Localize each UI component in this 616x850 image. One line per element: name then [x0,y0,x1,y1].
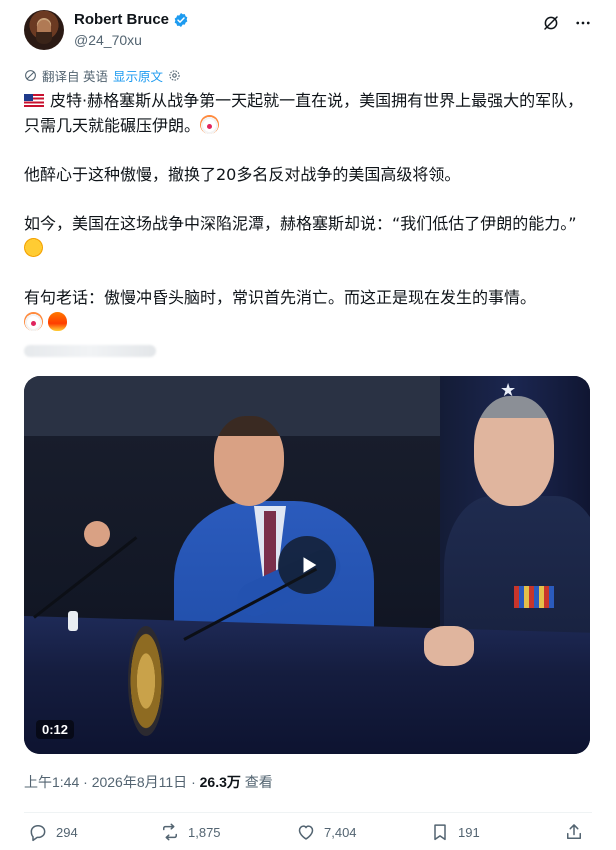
reply-count: 294 [56,824,78,840]
tweet-paragraph-1: 皮特·赫格塞斯从战争第一天起就一直在说，美国拥有世界上最强大的军队，只需几天就能… [24,88,590,138]
officer-hands [424,626,474,666]
views-label: 查看 [244,774,273,790]
tweet-paragraph-4-text: 有句老话：傲慢冲昏头脑时，常识首先消亡。而这正是现在发生的事情。 [24,288,537,307]
header-actions [542,14,592,32]
tweet-paragraph-3-text: 如今，美国在这场战争中深陷泥潭，赫格塞斯却说：“我们低估了伊朗的能力。” [24,214,577,233]
author-name-row: Robert Bruce [74,11,189,28]
author-handle[interactable]: @24_70xu [74,32,142,48]
like-icon [298,825,314,840]
bookmark-count: 191 [458,824,480,840]
avatar-beard [36,32,52,44]
play-button[interactable] [278,536,336,594]
grok-icon[interactable] [542,14,560,32]
verified-badge-icon [174,12,188,27]
bookmark-button[interactable]: 191 [430,822,480,842]
blurred-text [24,345,156,357]
more-icon[interactable] [574,14,592,32]
repost-icon [163,823,177,841]
video-player[interactable]: ★ 0:12 [24,376,590,754]
play-icon [303,557,317,573]
like-button[interactable]: 7,404 [296,822,357,842]
reply-button[interactable]: 294 [28,822,78,842]
like-count: 7,404 [324,824,357,840]
podium-seal [128,626,164,736]
clown-icon [24,312,43,331]
meta-separator: · [83,774,88,790]
repost-count: 1,875 [188,824,221,840]
show-original-link[interactable]: 显示原文 [113,66,163,85]
video-duration: 0:12 [36,720,75,739]
avatar[interactable] [24,10,64,50]
share-icon [567,824,581,839]
view-count: 26.3万 [199,774,241,790]
microphone [33,536,138,619]
tweet-text: 皮特·赫格塞斯从战争第一天起就一直在说，美国拥有世界上最强大的军队，只需几天就能… [24,88,590,335]
translation-label: 翻译自 英语 [42,70,108,84]
clown-icon [200,115,220,134]
tweet-paragraph-2: 他醉心于这种傲慢，撤换了20多名反对战争的美国高级将领。 [24,165,461,184]
tweet-paragraph-4: 有句老话：傲慢冲昏头脑时，常识首先消亡。而这正是现在发生的事情。 [24,285,590,335]
tweet-date[interactable]: 2026年8月11日 [92,774,187,790]
tweet-time[interactable]: 上午1:44 [24,774,79,790]
settings-icon[interactable] [168,69,181,82]
us-flag-icon [24,94,44,107]
translation-row: 翻译自 英语 显示原文 [24,66,181,85]
reply-icon [30,825,46,842]
action-bar: 294 1,875 7,404 191 [24,812,592,849]
video-podium [24,616,590,754]
repost-button[interactable]: 1,875 [160,822,221,842]
fire-icon [48,312,68,331]
officer-ribbons [514,586,554,608]
water-bottle [68,611,78,631]
tweet-paragraph-1-text: 皮特·赫格塞斯从战争第一天起就一直在说，美国拥有世界上最强大的军队，只需几天就能… [24,91,584,135]
tweet-header: Robert Bruce @24_70xu [24,10,592,54]
officer-head [474,396,554,506]
rofl-icon [24,238,43,257]
bookmark-icon [434,824,446,841]
speaker-hand [84,521,110,547]
speaker-head [214,416,284,506]
author-display-name[interactable]: Robert Bruce [74,11,169,28]
tweet-paragraph-3: 如今，美国在这场战争中深陷泥潭，赫格塞斯却说：“我们低估了伊朗的能力。” [24,211,590,261]
translate-icon [25,70,36,81]
share-button[interactable] [564,822,584,842]
meta-separator: · [191,774,196,790]
tweet-meta: 上午1:44 · 2026年8月11日 · 26.3万 查看 [24,772,273,792]
